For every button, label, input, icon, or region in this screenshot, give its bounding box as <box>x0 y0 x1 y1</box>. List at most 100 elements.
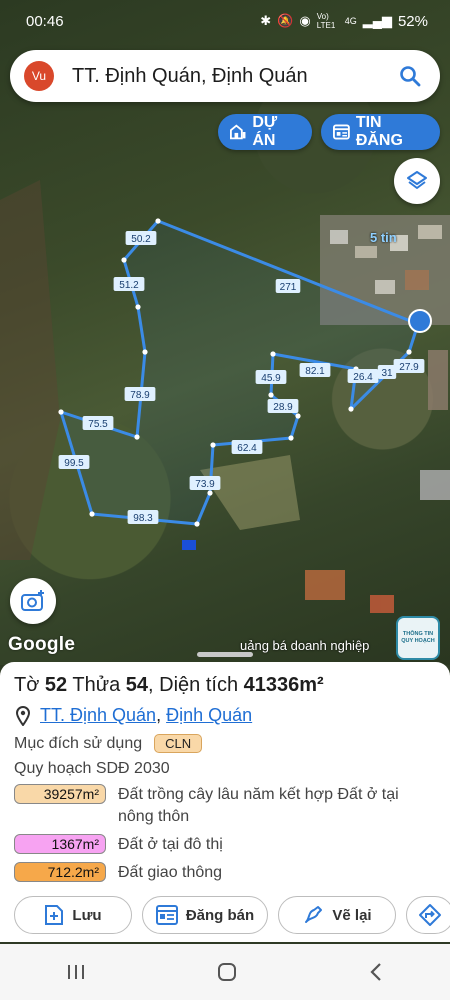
area-label: , Diện tích <box>148 674 239 696</box>
parcel-vertex <box>270 351 276 357</box>
action-bar: Lưu Đăng bán Vẽ lại <box>14 896 450 936</box>
parcel-vertex <box>295 413 301 419</box>
clock: 00:46 <box>26 12 64 30</box>
village-area <box>305 215 450 613</box>
project-button[interactable]: DỰ ÁN <box>218 114 312 150</box>
save-label: Lưu <box>72 906 102 924</box>
parcel-vertex <box>58 409 64 415</box>
listings-button[interactable]: TIN ĐĂNG <box>321 114 440 150</box>
edge-length-label: 98.3 <box>133 513 153 524</box>
home-icon[interactable] <box>216 961 238 983</box>
parcel-vertex <box>142 349 148 355</box>
plan-item: 39257m² Đất trồng cây lâu năm kết hợp Đấ… <box>14 784 436 828</box>
system-nav-bar <box>0 944 450 1000</box>
plan-area-chip: 1367m² <box>14 834 106 854</box>
plot-number: 54 <box>125 674 149 696</box>
layers-icon <box>407 171 427 189</box>
plan-description: Đất giao thông <box>118 864 223 881</box>
plan-area-chip: 712.2m² <box>14 862 106 882</box>
edge-length-label: 78.9 <box>130 390 150 401</box>
edge-length-label: 26.4 <box>353 372 373 383</box>
ward-link[interactable]: TT. Định Quán <box>40 705 156 726</box>
search-bar[interactable]: Vu TT. Định Quán, Định Quán <box>10 50 440 102</box>
camera-add-icon <box>21 590 44 611</box>
edge-length-label: 51.2 <box>119 280 139 291</box>
camera-button[interactable] <box>10 578 56 624</box>
save-button[interactable]: Lưu <box>14 896 132 934</box>
draw-icon <box>305 906 323 923</box>
recent-apps-icon[interactable] <box>65 962 87 982</box>
parcel-vertex <box>121 257 127 263</box>
edge-length-label: 27.9 <box>399 362 419 373</box>
parcel-vertex <box>348 406 354 412</box>
land-purpose-row: Mục đích sử dụng CLN <box>14 734 436 753</box>
location-pin-icon <box>15 705 31 726</box>
parcel-title: Tờ 52 Thửa 54, Diện tích 41336m² <box>14 674 436 697</box>
purpose-code-badge: CLN <box>154 734 203 753</box>
listings-label: TIN ĐĂNG <box>355 114 403 149</box>
parcel-vertex <box>207 490 213 496</box>
edge-length-label: 28.9 <box>273 402 293 413</box>
sheet-label: Tờ <box>14 674 40 696</box>
layers-button[interactable] <box>394 158 440 204</box>
plan-description: Đất ở tại đô thị <box>118 836 223 853</box>
edge-length-label: 75.5 <box>88 419 108 430</box>
plot-label: Thửa <box>72 674 121 696</box>
sell-button[interactable]: Đăng bán <box>142 896 268 934</box>
redraw-button[interactable]: Vẽ lại <box>278 896 396 934</box>
location-row: TT. Định Quán, Định Quán <box>14 705 436 726</box>
status-icons: ✱ 🔕 ◉ Vo) LTE1 4G ▂▄▆ 52% <box>260 12 428 30</box>
add-note-icon <box>45 905 64 925</box>
edge-length-label: 99.5 <box>64 458 84 469</box>
bare-land-patch <box>200 455 300 530</box>
farmland-strip <box>0 180 60 560</box>
redraw-label: Vẽ lại <box>332 906 372 924</box>
parcel-vertex <box>406 349 412 355</box>
area-value: 41336m² <box>243 674 324 696</box>
back-icon[interactable] <box>367 961 385 983</box>
plan-title: Quy hoạch SDĐ 2030 <box>14 760 170 777</box>
directions-icon <box>419 904 441 926</box>
parcel-vertex <box>210 442 216 448</box>
search-icon[interactable] <box>394 60 426 92</box>
plan-item: 1367m² Đất ở tại đô thị <box>14 834 436 856</box>
plan-area-chip: 39257m² <box>14 784 106 804</box>
search-input[interactable]: TT. Định Quán, Định Quán <box>72 65 394 88</box>
ad-text[interactable]: uảng bá doanh nghiệp <box>240 638 369 653</box>
listing-count-label[interactable]: 5 tin <box>370 230 397 245</box>
sheet-number: 52 <box>44 674 68 696</box>
listing-icon <box>155 905 178 925</box>
project-label: DỰ ÁN <box>252 114 278 149</box>
signal-icon: ▂▄▆ <box>362 13 392 28</box>
district-link[interactable]: Định Quán <box>166 705 252 726</box>
listing-marker[interactable] <box>182 540 196 550</box>
parcel-vertex <box>155 218 161 224</box>
plan-description: Đất trồng cây lâu năm kết hợp Đất ở tại … <box>118 786 399 825</box>
google-logo: Google <box>8 634 76 655</box>
directions-button[interactable] <box>406 896 450 934</box>
edge-length-label: 45.9 <box>261 373 281 384</box>
building-icon <box>230 124 246 140</box>
edge-length-label: 82.1 <box>305 366 325 377</box>
bluetooth-icon: ✱ <box>260 13 272 28</box>
edge-length-label: 50.2 <box>131 234 151 245</box>
listing-icon <box>333 124 350 140</box>
battery-label: 52% <box>397 12 428 30</box>
parcel-vertex <box>134 434 140 440</box>
location-separator: , <box>156 705 162 725</box>
parcel-vertex <box>135 304 141 310</box>
plan-item: 712.2m² Đất giao thông <box>14 862 436 884</box>
purpose-label: Mục đích sử dụng <box>14 734 143 752</box>
edge-length-label: 62.4 <box>237 443 257 454</box>
parcel-vertex <box>268 392 274 398</box>
current-location-dot <box>408 309 432 333</box>
signal-label: 4G <box>344 16 357 26</box>
network-label: Vo) LTE1 <box>316 12 336 30</box>
planning-info-badge[interactable]: THÔNG TIN QUY HOẠCH <box>396 616 440 660</box>
mute-icon: 🔕 <box>277 13 294 28</box>
edge-length-label: 31 <box>381 368 393 379</box>
edge-length-label: 271 <box>280 282 297 293</box>
parcel-vertex <box>288 435 294 441</box>
edge-length-label: 73.9 <box>195 479 215 490</box>
avatar[interactable]: Vu <box>24 61 54 91</box>
